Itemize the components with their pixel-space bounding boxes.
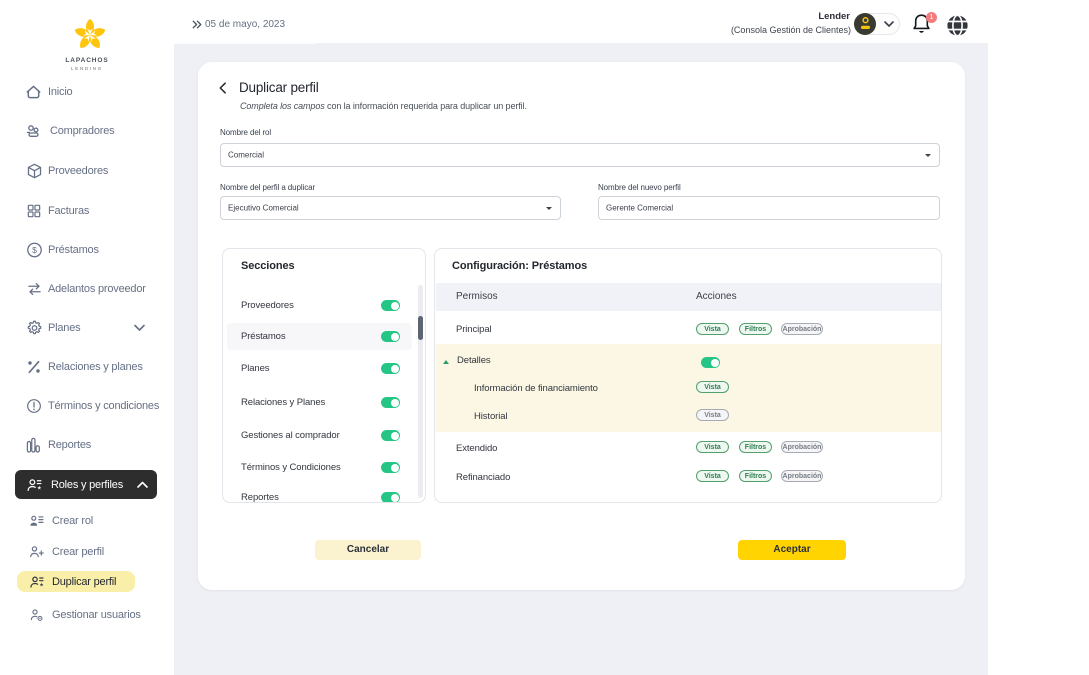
svg-text:$: $ <box>32 245 37 255</box>
